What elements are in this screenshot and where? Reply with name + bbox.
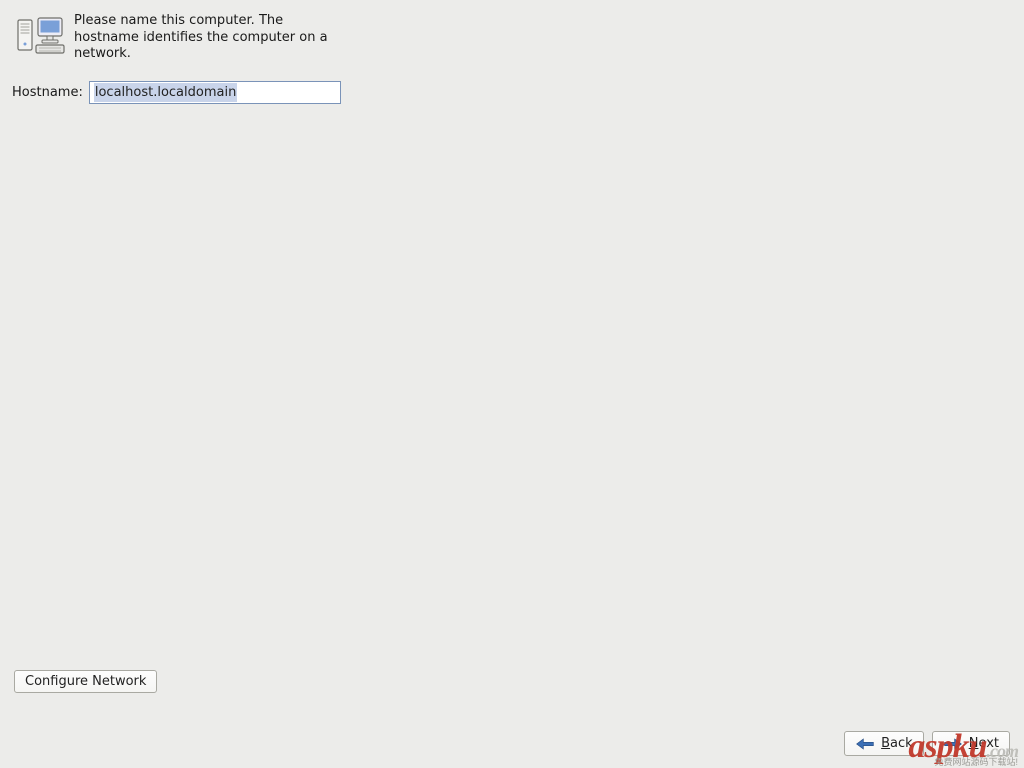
next-accel: N <box>969 736 979 751</box>
arrow-left-icon <box>855 737 875 751</box>
next-button[interactable]: Next <box>932 731 1010 756</box>
arrow-right-icon <box>943 737 963 751</box>
watermark-sub: 免费网站源码下载站! <box>934 755 1018 768</box>
nav-buttons: Back Next <box>844 731 1010 756</box>
back-accel: B <box>881 736 890 751</box>
hostname-value: localhost.localdomain <box>94 83 237 102</box>
hostname-label: Hostname: <box>12 85 83 100</box>
back-button[interactable]: Back <box>844 731 924 756</box>
hostname-input[interactable]: localhost.localdomain <box>89 81 341 104</box>
next-label-rest: ext <box>978 736 999 751</box>
hostname-icon <box>12 12 68 60</box>
configure-network-button[interactable]: Configure Network <box>14 670 157 693</box>
back-label-rest: ack <box>890 736 913 751</box>
instruction-text: Please name this computer. The hostname … <box>74 12 346 63</box>
